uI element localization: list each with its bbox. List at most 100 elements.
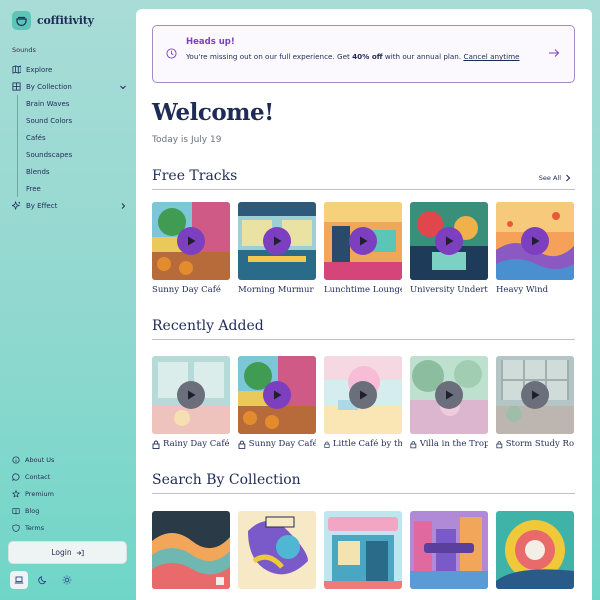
lock-icon xyxy=(324,441,330,448)
play-button[interactable] xyxy=(349,227,377,255)
banner-text-part: with our annual plan. xyxy=(382,52,464,61)
play-button[interactable] xyxy=(521,227,549,255)
chat-icon xyxy=(12,472,20,481)
chevron-right-icon xyxy=(121,202,126,209)
track-title-text: Villa in the Tropics xyxy=(419,439,488,449)
collection-thumbnail xyxy=(410,511,488,589)
track-title: Morning Murmur xyxy=(238,285,316,295)
track-card[interactable]: Rainy Day Café xyxy=(152,356,230,449)
play-button[interactable] xyxy=(263,227,291,255)
track-card[interactable]: Sunny Day Café xyxy=(238,356,316,449)
footer-item-contact[interactable]: Contact xyxy=(12,468,127,485)
track-thumbnail xyxy=(238,202,316,280)
footer-item-premium[interactable]: Premium xyxy=(12,485,127,502)
sidebar-item-explore[interactable]: Explore xyxy=(12,61,127,78)
footer-item-label: Contact xyxy=(25,472,51,481)
sparkle-icon xyxy=(12,201,21,210)
login-button[interactable]: Login xyxy=(8,541,127,564)
footer-item-terms[interactable]: Terms xyxy=(12,519,127,536)
sidebar-item-free[interactable]: Free xyxy=(26,180,127,197)
track-thumbnail xyxy=(410,202,488,280)
sidebar-item-by-effect[interactable]: By Effect xyxy=(12,197,127,214)
promo-banner: Heads up! You're missing out on our full… xyxy=(152,25,575,83)
laptop-theme-button[interactable] xyxy=(10,571,28,589)
footer-item-about-us[interactable]: About Us xyxy=(12,451,127,468)
track-title-text: University Undertones xyxy=(410,285,488,295)
track-card[interactable]: University Undertones xyxy=(410,202,488,295)
track-title-text: Heavy Wind xyxy=(496,285,549,295)
track-card[interactable]: Sunny Day Café xyxy=(152,202,230,295)
track-title: Sunny Day Café xyxy=(238,439,316,449)
footer-item-label: About Us xyxy=(25,455,55,464)
track-title: Rainy Day Café xyxy=(152,439,230,449)
banner-title: Heads up! xyxy=(186,37,235,47)
collection-card-soundscapes[interactable] xyxy=(410,511,488,589)
track-title-text: Sunny Day Café xyxy=(248,439,316,449)
play-icon xyxy=(445,236,453,246)
track-title: Sunny Day Café xyxy=(152,285,230,295)
sidebar-item-label: Cafés xyxy=(26,133,46,142)
track-title-text: Storm Study Room xyxy=(505,439,574,449)
play-button[interactable] xyxy=(435,381,463,409)
brand[interactable]: coffitivity xyxy=(12,11,94,30)
shield-icon xyxy=(12,523,20,532)
collection-card-brain-waves[interactable] xyxy=(152,511,230,589)
play-icon xyxy=(273,236,281,246)
track-card[interactable]: Villa in the Tropics xyxy=(410,356,488,449)
welcome-title: Welcome! xyxy=(152,99,274,126)
track-title: Villa in the Tropics xyxy=(410,439,488,449)
play-button[interactable] xyxy=(177,227,205,255)
sidebar-item-sound-colors[interactable]: Sound Colors xyxy=(26,112,127,129)
footer-item-label: Premium xyxy=(25,489,54,498)
track-card[interactable]: Little Café by the Sea xyxy=(324,356,402,449)
sidebar-item-soundscapes[interactable]: Soundscapes xyxy=(26,146,127,163)
cancel-anytime-link[interactable]: Cancel anytime xyxy=(463,52,519,61)
track-card[interactable]: Heavy Wind xyxy=(496,202,574,295)
track-title: Little Café by the Sea xyxy=(324,439,402,449)
play-icon xyxy=(445,390,453,400)
arrow-right-icon[interactable] xyxy=(548,47,560,59)
play-button[interactable] xyxy=(263,381,291,409)
lock-icon xyxy=(152,440,160,449)
track-thumbnail xyxy=(496,356,574,434)
play-button[interactable] xyxy=(521,381,549,409)
book-icon xyxy=(12,507,20,514)
chevron-right-icon xyxy=(566,174,571,182)
track-title: Heavy Wind xyxy=(496,285,574,295)
sidebar-item-label: Soundscapes xyxy=(26,150,73,159)
play-button[interactable] xyxy=(435,227,463,255)
login-label: Login xyxy=(51,548,72,557)
track-card[interactable]: Lunchtime Lounge xyxy=(324,202,402,295)
track-card[interactable]: Storm Study Room xyxy=(496,356,574,449)
collection-card-cafes[interactable] xyxy=(324,511,402,589)
sidebar-item-by-collection[interactable]: By Collection xyxy=(12,78,127,95)
laptop-icon xyxy=(14,576,24,584)
banner-discount: 40% off xyxy=(352,52,383,61)
sidebar-item-cafes[interactable]: Cafés xyxy=(26,129,127,146)
sidebar-item-label: Free xyxy=(26,184,41,193)
sidebar-item-brain-waves[interactable]: Brain Waves xyxy=(26,95,127,112)
collection-card-blends[interactable] xyxy=(496,511,574,589)
play-icon xyxy=(187,390,195,400)
collection-thumbnail xyxy=(324,511,402,589)
track-thumbnail xyxy=(324,202,402,280)
free-tracks-header: Free Tracks See All xyxy=(152,166,575,190)
search-collection-header: Search By Collection xyxy=(152,470,575,494)
sidebar-item-label: Brain Waves xyxy=(26,99,70,108)
footer-item-blog[interactable]: Blog xyxy=(12,502,127,519)
see-all-link[interactable]: See All xyxy=(539,174,571,182)
lock-icon xyxy=(496,440,503,448)
banner-text: You're missing out on our full experienc… xyxy=(186,51,531,63)
track-card[interactable]: Morning Murmur xyxy=(238,202,316,295)
track-title: Lunchtime Lounge xyxy=(324,285,402,295)
collection-card-sound-colors[interactable] xyxy=(238,511,316,589)
play-icon xyxy=(359,236,367,246)
banner-text-part: You're missing out on our full experienc… xyxy=(186,52,353,61)
dark-theme-button[interactable] xyxy=(34,571,52,589)
sidebar-item-blends[interactable]: Blends xyxy=(26,163,127,180)
collection-thumbnail xyxy=(496,511,574,589)
light-theme-button[interactable] xyxy=(58,571,76,589)
play-button[interactable] xyxy=(177,381,205,409)
play-button[interactable] xyxy=(349,381,377,409)
sidebar-item-label: Blends xyxy=(26,167,50,176)
